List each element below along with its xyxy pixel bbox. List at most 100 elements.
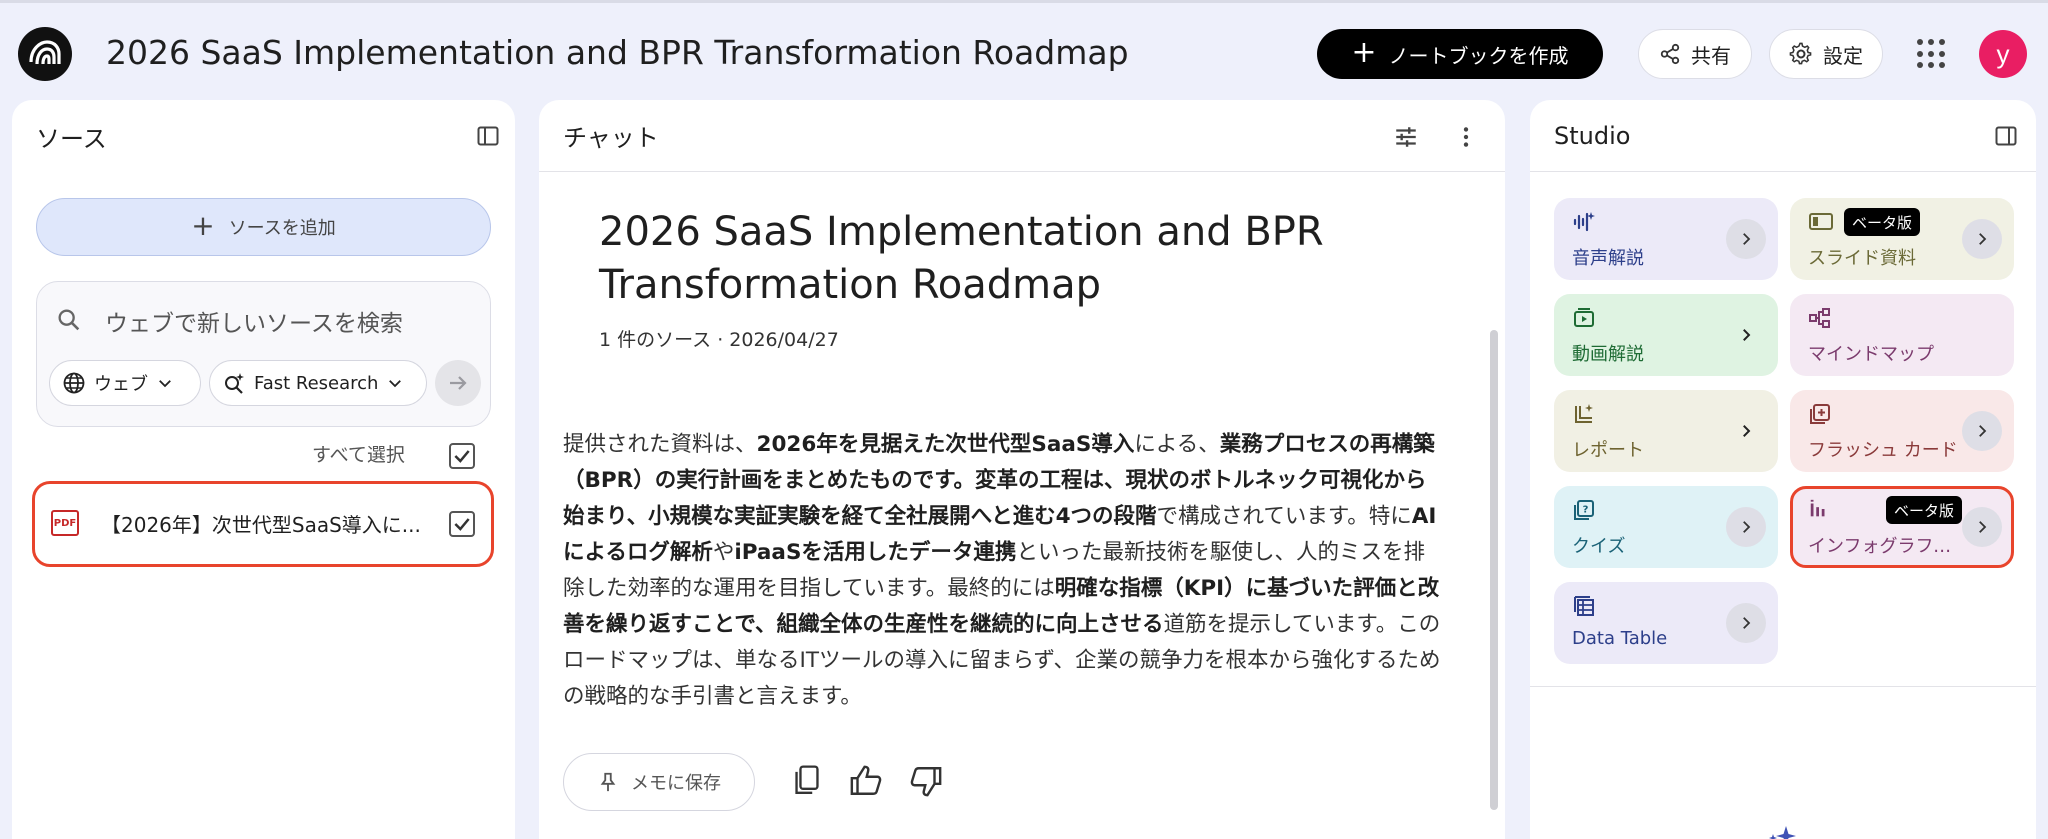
studio-tile-mind-map[interactable]: マインドマップ <box>1790 294 2014 376</box>
thumbs-down-icon[interactable] <box>909 764 943 798</box>
studio-tile-label: インフォグラフィック <box>1808 536 1958 557</box>
settings-label: 設定 <box>1823 43 1863 68</box>
studio-tile-label: レポート <box>1572 440 1644 461</box>
studio-tile-infographic[interactable]: ベータ版 インフォグラフィック <box>1790 486 2014 568</box>
check-icon <box>454 518 470 531</box>
add-source-button[interactable]: + ソースを追加 <box>36 198 491 256</box>
share-label: 共有 <box>1691 43 1731 68</box>
research-chip-label: Fast Research <box>254 372 379 394</box>
sources-panel-title: ソース <box>36 124 107 153</box>
notebook-title[interactable]: 2026 SaaS Implementation and BPR Transfo… <box>106 33 1129 72</box>
summary-text: による、 <box>1134 432 1220 457</box>
select-all-label: すべて選択 <box>312 444 405 466</box>
studio-tile-slides[interactable]: ベータ版 スライド資料 <box>1790 198 2014 280</box>
studio-tile-data-table[interactable]: Data Table <box>1554 582 1778 664</box>
studio-tile-label: スライド資料 <box>1808 248 1916 269</box>
beta-badge: ベータ版 <box>1844 208 1921 236</box>
summary-emphasis: 2026年を見据えた次世代型SaaS導入 <box>756 432 1135 457</box>
globe-icon <box>63 372 85 394</box>
web-search-box: ウェブ Fast Research <box>36 281 491 427</box>
collapse-panel-icon[interactable] <box>1994 124 2018 148</box>
studio-tile-flashcards[interactable]: フラッシュ カード <box>1790 390 2014 472</box>
share-button[interactable]: 共有 <box>1638 29 1752 79</box>
quiz-icon: ? <box>1574 500 1594 520</box>
table-icon <box>1574 596 1594 616</box>
settings-button[interactable]: 設定 <box>1769 29 1883 79</box>
studio-panel-header: Studio <box>1530 100 2036 172</box>
infographic-icon <box>1810 499 1825 517</box>
search-input[interactable] <box>105 304 465 344</box>
more-vert-icon[interactable] <box>1453 124 1479 150</box>
share-icon <box>1660 43 1680 65</box>
add-source-label: ソースを追加 <box>228 218 336 239</box>
chevron-right-icon[interactable] <box>1726 411 1766 451</box>
flashcards-icon <box>1810 404 1830 424</box>
chat-scrollbar[interactable] <box>1490 330 1498 810</box>
chevron-right-icon[interactable] <box>1962 507 2002 547</box>
avatar[interactable]: y <box>1979 30 2027 78</box>
source-item-checkbox[interactable] <box>449 511 475 537</box>
notebooklm-logo-icon[interactable] <box>18 27 72 81</box>
chat-source-meta: 1 件のソース · 2026/04/27 <box>599 329 839 351</box>
copy-icon[interactable] <box>791 764 823 798</box>
search-icon <box>58 309 80 331</box>
studio-tile-label: フラッシュ カード <box>1808 440 1958 461</box>
source-item[interactable]: PDF 【2026年】次世代型SaaS導入に... <box>32 481 494 567</box>
mind-map-icon <box>1809 308 1830 328</box>
audio-waveform-icon <box>1573 212 1595 232</box>
check-icon <box>454 450 470 463</box>
studio-tile-video-overview[interactable]: 動画解説 <box>1554 294 1778 376</box>
research-mode-dropdown[interactable]: Fast Research <box>209 360 427 406</box>
notebook-summary: 提供された資料は、2026年を見据えた次世代型SaaS導入による、業務プロセスの… <box>563 427 1443 715</box>
create-notebook-button[interactable]: + ノートブックを作成 <box>1317 29 1603 79</box>
chat-panel-title: チャット <box>563 124 659 152</box>
svg-text:?: ? <box>1583 505 1589 516</box>
pin-icon <box>600 772 616 792</box>
summary-emphasis: iPaaSを活用したデータ連携 <box>734 540 1017 565</box>
chevron-right-icon[interactable] <box>1962 219 2002 259</box>
studio-divider <box>1530 686 2036 687</box>
chevron-right-icon[interactable] <box>1962 411 2002 451</box>
thumbs-up-icon[interactable] <box>849 764 883 798</box>
summary-text: で構成されています。特に <box>1156 504 1412 529</box>
search-submit-button[interactable] <box>435 360 481 406</box>
chevron-right-icon[interactable] <box>1726 315 1766 355</box>
select-all-checkbox[interactable] <box>449 443 475 469</box>
studio-tile-quiz[interactable]: ? クイズ <box>1554 486 1778 568</box>
create-notebook-label: ノートブックを作成 <box>1388 43 1569 68</box>
studio-panel-title: Studio <box>1554 121 1631 150</box>
slides-icon <box>1809 213 1833 230</box>
summary-text: 提供された資料は、 <box>563 432 757 457</box>
sparkle-search-icon <box>225 373 244 394</box>
studio-tile-audio-overview[interactable]: 音声解説 <box>1554 198 1778 280</box>
studio-tile-label: マインドマップ <box>1808 344 1934 365</box>
summary-text: や <box>712 540 735 565</box>
chat-panel-header: チャット <box>539 100 1505 172</box>
report-icon <box>1575 404 1593 423</box>
studio-tile-label: 動画解説 <box>1572 344 1644 365</box>
tune-icon[interactable] <box>1393 124 1419 150</box>
chevron-right-icon[interactable] <box>1726 219 1766 259</box>
web-source-dropdown[interactable]: ウェブ <box>49 360 201 406</box>
source-item-title: 【2026年】次世代型SaaS導入に... <box>101 513 421 537</box>
beta-badge: ベータ版 <box>1886 496 1963 524</box>
studio-tile-label: クイズ <box>1572 536 1626 557</box>
apps-grid-icon[interactable] <box>1917 39 1947 69</box>
save-to-note-label: メモに保存 <box>631 773 721 794</box>
web-chip-label: ウェブ <box>94 374 148 395</box>
studio-tile-report[interactable]: レポート <box>1554 390 1778 472</box>
pdf-icon: PDF <box>51 510 79 536</box>
arrow-right-icon <box>450 376 467 390</box>
sources-panel: ソース + ソースを追加 ウェブで新しいソースを検索 ウェブ Fast Rese… <box>12 100 515 839</box>
video-icon <box>1574 308 1594 327</box>
chat-panel: チャット 2026 SaaS Implementation and BPR Tr… <box>539 100 1505 839</box>
gear-icon <box>1789 42 1812 65</box>
plus-icon: + <box>1351 34 1377 70</box>
save-to-note-button[interactable]: メモに保存 <box>563 753 755 811</box>
collapse-panel-icon[interactable] <box>476 124 500 148</box>
studio-panel: Studio 音声解説 ベータ版 スライド資料 動画解説 マインドマップ レポー… <box>1530 100 2036 839</box>
sparkle-icon <box>1769 826 1796 839</box>
chevron-right-icon[interactable] <box>1726 603 1766 643</box>
chevron-right-icon[interactable] <box>1726 507 1766 547</box>
plus-icon: + <box>191 208 215 242</box>
